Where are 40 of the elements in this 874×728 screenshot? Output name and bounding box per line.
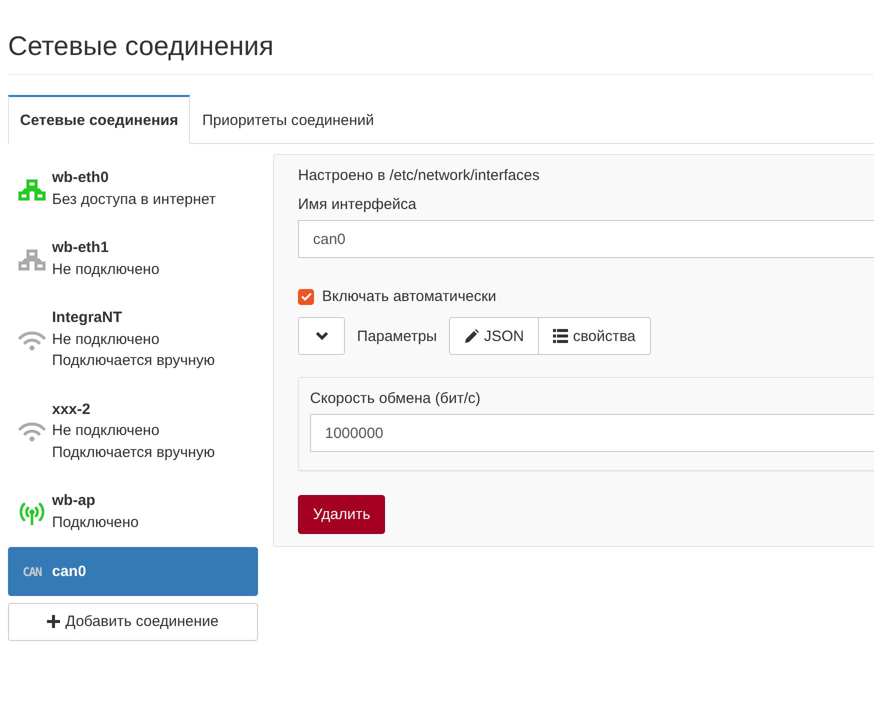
connection-name: wb-eth0 bbox=[52, 168, 110, 188]
connection-status: Подключается вручную bbox=[52, 351, 215, 371]
can-icon: CAN bbox=[22, 562, 42, 584]
checkbox-label: Включать автоматически bbox=[322, 288, 496, 305]
chevron-down-icon bbox=[314, 331, 328, 341]
connection-item[interactable]: xxx-2 Не подключено Подключается вручную bbox=[8, 386, 258, 477]
connection-status: Без доступа в интернет bbox=[52, 190, 216, 210]
field-label: Имя интерфейса bbox=[298, 196, 418, 213]
add-connection-button[interactable]: Добавить соединение bbox=[8, 602, 258, 640]
delete-button[interactable]: Удалить bbox=[298, 495, 386, 534]
speed-field[interactable]: 1000000 bbox=[310, 414, 874, 452]
connection-name: xxx-2 bbox=[52, 400, 92, 420]
connection-name: wb-ap bbox=[52, 491, 96, 511]
connection-item[interactable]: wb-eth0 Без доступа в интернет bbox=[8, 154, 258, 224]
connection-status: Не подключено bbox=[52, 260, 160, 280]
interface-name-field[interactable]: can0 bbox=[298, 220, 874, 258]
connection-name: IntegraNT bbox=[52, 308, 124, 328]
connection-status: Подключено bbox=[52, 512, 139, 532]
connection-item[interactable]: CAN can0 bbox=[8, 547, 258, 596]
config-source-text: Настроено в /etc/network/interfaces bbox=[298, 167, 541, 184]
plus-icon bbox=[47, 615, 60, 628]
connection-item[interactable]: wb-eth1 Не подключено bbox=[8, 224, 258, 294]
list-icon bbox=[552, 329, 568, 343]
connection-item[interactable]: wb-ap Подключено bbox=[8, 477, 258, 547]
expand-toggle-button[interactable] bbox=[298, 317, 345, 355]
field-label: Скорость обмена (бит/с) bbox=[310, 390, 482, 407]
parameters-label: Параметры bbox=[357, 328, 437, 344]
connection-status: Подключается вручную bbox=[52, 442, 215, 462]
connection-status: Не подключено bbox=[52, 330, 160, 350]
properties-view-button[interactable]: свойства bbox=[538, 317, 651, 355]
connection-status: Не подключено bbox=[52, 421, 160, 441]
connection-name: wb-eth1 bbox=[52, 238, 110, 258]
checkbox[interactable] bbox=[298, 288, 314, 304]
pencil-icon bbox=[464, 328, 479, 344]
page-title: Сетевые соединения bbox=[8, 0, 874, 75]
connection-name: can0 bbox=[52, 562, 86, 582]
tab[interactable]: Приоритеты соединений bbox=[190, 95, 386, 144]
json-view-button[interactable]: JSON bbox=[448, 317, 539, 355]
connection-item[interactable]: IntegraNT Не подключено Подключается вручную bbox=[8, 294, 258, 386]
tab[interactable]: Сетевые соединения bbox=[8, 95, 190, 144]
